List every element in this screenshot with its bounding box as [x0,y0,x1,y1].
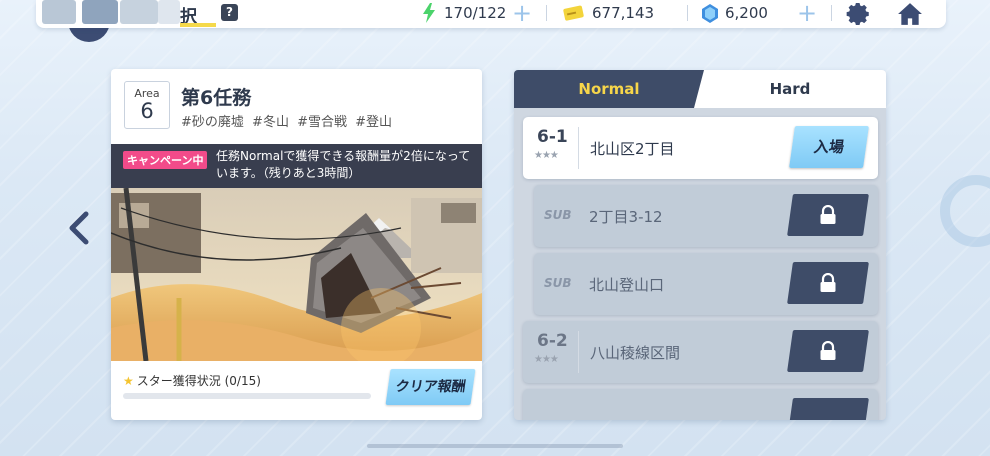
stage-name: 北山登山口 [589,276,665,294]
locked-button [787,262,869,304]
tag: #登山 [355,115,393,130]
mission-card: Area 6 第6任務 #砂の廃墟 #冬山 #雪合戦 #登山 キャンペーン中 任… [111,69,482,420]
stage-row-partial [523,389,878,420]
mission-title: 第6任務 [181,87,252,109]
gems-value: 6,200 [725,4,768,22]
home-indicator [367,444,623,448]
area-number: 6 [140,99,154,123]
stage-stars-icon: ★★★ [534,354,559,365]
stage-stars-icon: ★★★ [534,150,559,161]
credit-card-icon [563,5,584,21]
blurred-area [42,0,76,24]
stage-name: 2丁目3-12 [589,208,663,226]
star-icon: ★ [123,374,134,388]
stage-row-sub-1: SUB 2丁目3-12 [534,185,878,247]
mission-scene-image [111,188,482,361]
stage-id: 6-2 [537,331,568,351]
stage-id: 6-1 [537,127,568,147]
gear-icon[interactable] [846,1,872,27]
blurred-area [120,0,158,24]
divider [578,127,579,169]
divider [687,5,688,21]
divider [578,331,579,373]
locked-button [787,194,869,236]
mission-tags: #砂の廃墟 #冬山 #雪合戦 #登山 [181,111,396,130]
star-status: ★ スター獲得状況 (0/15) [123,372,261,389]
lightning-icon [423,3,435,23]
lock-icon [820,205,836,224]
enter-button[interactable]: 入場 [789,126,869,168]
tag: #雪合戦 [297,115,347,130]
campaign-banner: キャンペーン中 任務Normalで獲得できる報酬量が2倍になっています。（残りあ… [111,144,482,188]
gem-icon [702,4,718,23]
campaign-text: 任務Normalで獲得できる報酬量が2倍になっています。（残りあと3時間） [216,149,471,180]
area-badge: Area 6 [124,81,170,129]
stage-row-6-2: 6-2 ★★★ 八山稜線区間 [523,321,878,383]
tab-normal[interactable]: Normal [514,70,704,108]
stage-name: 北山区2丁目 [590,140,675,158]
help-icon[interactable]: ? [221,4,238,21]
previous-area-arrow-icon[interactable] [66,210,92,246]
tag: #砂の廃墟 [181,115,244,130]
blurred-area [158,0,180,24]
lock-icon [820,273,836,292]
locked-button [787,330,869,372]
stage-row-6-1[interactable]: 6-1 ★★★ 北山区2丁目 入場 [523,117,878,179]
blurred-area [82,0,118,24]
sub-tag: SUB [544,276,572,290]
stage-list-panel: Normal Hard 6-1 ★★★ 北山区2丁目 入場 SUB 2丁目3-1… [514,70,886,420]
clear-reward-label: クリア報酬 [394,379,467,395]
enter-button-label: 入場 [812,138,846,156]
sub-tag: SUB [544,208,572,222]
add-gems-button[interactable]: + [797,1,817,25]
title-underline [180,23,216,27]
tab-hard[interactable]: Hard [694,70,886,108]
stamina-value: 170/122 [444,4,507,22]
lock-icon [820,341,836,360]
star-status-text: スター獲得状況 (0/15) [136,374,261,388]
star-progress-bar [123,393,371,399]
stage-row-sub-2: SUB 北山登山口 [534,253,878,315]
home-icon[interactable] [897,1,923,27]
clear-reward-button[interactable]: クリア報酬 [385,369,476,405]
stage-name: 八山稜線区間 [590,344,681,362]
locked-button [787,398,869,420]
campaign-badge: キャンペーン中 [123,151,208,169]
divider [546,5,547,21]
divider [831,5,832,21]
credits-value: 677,143 [592,4,655,22]
add-stamina-button[interactable]: + [512,1,532,25]
tag: #冬山 [252,115,289,130]
